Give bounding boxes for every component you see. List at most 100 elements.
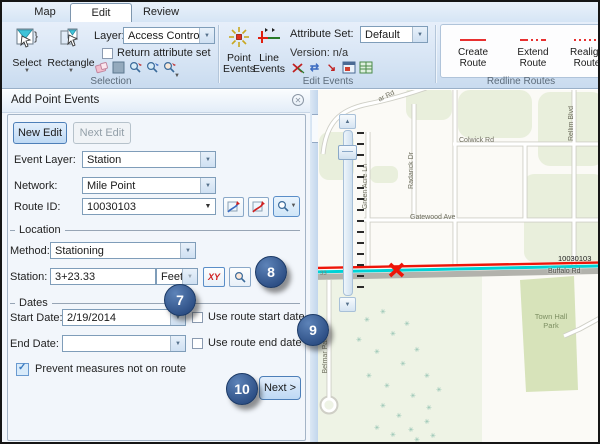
zoom-tick	[357, 209, 364, 211]
end-date-calendar-arrow-icon[interactable]: ▼	[170, 336, 185, 351]
layer-combo-arrow-icon[interactable]: ▼	[199, 28, 214, 43]
svg-text:✳: ✳	[430, 432, 436, 440]
station-label: Station:	[10, 271, 47, 283]
svg-text:✳: ✳	[424, 418, 430, 426]
point-events-button[interactable]: Point Events	[223, 26, 255, 75]
panel-close-icon[interactable]: ✕	[292, 94, 304, 106]
zoom-tick	[357, 143, 364, 145]
route-id-value: 10030103	[83, 201, 201, 213]
end-date-input[interactable]: ▼	[62, 335, 186, 352]
selection-square-icon[interactable]	[111, 60, 126, 74]
station-search-button[interactable]	[229, 267, 251, 287]
zoom-tick	[357, 220, 364, 222]
route-search-dropdown-button[interactable]: ▼	[273, 196, 300, 217]
zoom-tick	[357, 286, 364, 288]
zoom-tick	[357, 176, 364, 178]
split-event-icon[interactable]: ↘	[324, 60, 339, 74]
zoom-tick	[357, 275, 364, 277]
prevent-measures-label: Prevent measures not on route	[35, 363, 186, 375]
network-combo[interactable]: Mile Point ▼	[82, 177, 216, 194]
return-attribute-set-checkbox[interactable]	[102, 48, 113, 59]
selection-options-icon[interactable]	[162, 60, 177, 74]
zoom-slider-handle[interactable]	[338, 145, 357, 160]
route-id-combo[interactable]: 10030103 ▼	[82, 198, 216, 215]
tab-review[interactable]: Review	[130, 3, 192, 21]
use-route-end-date-label: Use route end date	[208, 337, 302, 349]
event-layer-label: Event Layer:	[14, 154, 76, 166]
map-viewport[interactable]: ✳✳✳ ✳✳✳ ✳✳✳ ✳✳✳ ✳✳✳ ✳✳✳ ✳✳✳ ✳✳	[318, 90, 600, 444]
method-combo[interactable]: Stationing ▼	[50, 242, 196, 259]
next-button[interactable]: Next >	[259, 376, 301, 400]
event-layer-combo[interactable]: Station ▼	[82, 151, 216, 168]
extend-route-button[interactable]: Extend Route	[507, 28, 559, 74]
version-label: Version: n/a	[290, 47, 348, 59]
select-route-selection-icon	[251, 200, 266, 215]
prevent-measures-checkbox[interactable]	[16, 363, 29, 376]
use-route-end-date-checkbox[interactable]	[192, 338, 203, 349]
svg-text:✳: ✳	[436, 386, 442, 394]
delete-event-icon[interactable]	[290, 60, 305, 74]
svg-text:✳: ✳	[374, 424, 380, 432]
zoom-to-selection-icon[interactable]	[128, 60, 143, 74]
extend-route-icon	[518, 28, 548, 44]
tab-edit[interactable]: Edit	[70, 3, 132, 23]
zoom-tick	[357, 187, 364, 189]
attribute-set-combo-arrow-icon[interactable]: ▼	[412, 27, 427, 42]
svg-text:}: }	[34, 29, 38, 43]
next-edit-button[interactable]: Next Edit	[73, 122, 131, 144]
event-editor-window: Map Edit Review } Select ▼	[0, 0, 600, 444]
street-label-gatewood: Gatewood Ave	[410, 214, 455, 221]
select-tool-button[interactable]: } Select ▼	[6, 26, 48, 74]
callout-9: 9	[297, 314, 329, 346]
select-route-from-selection-button[interactable]	[248, 197, 269, 217]
create-route-button[interactable]: Create Route	[447, 28, 499, 74]
attribute-set-combo[interactable]: Default ▼	[360, 26, 428, 43]
town-hall-park-label: Town Hall Park	[530, 312, 572, 330]
route-search-icon	[277, 200, 290, 213]
station-input[interactable]: 3+23.33	[50, 268, 156, 285]
realign-route-button[interactable]: Realign Route	[565, 28, 600, 74]
station-units-combo[interactable]: Feet ▼	[156, 268, 198, 285]
method-combo-arrow-icon[interactable]: ▼	[180, 243, 195, 258]
zoom-tick	[357, 165, 364, 167]
end-date-label: End Date:	[10, 338, 59, 350]
select-dropdown-caret: ▼	[24, 69, 30, 74]
route-id-combo-arrow-icon[interactable]: ▼	[201, 203, 215, 210]
extend-route-label: Extend Route	[507, 47, 559, 69]
location-group-label: Location	[15, 224, 65, 236]
station-value: 3+23.33	[51, 271, 155, 283]
svg-text:✳: ✳	[410, 392, 416, 400]
line-events-button[interactable]: Line Events	[253, 26, 285, 75]
use-route-start-date-checkbox[interactable]	[192, 312, 203, 323]
street-label-rellim: Rellim Blvd	[568, 106, 575, 141]
tab-map[interactable]: Map	[20, 3, 70, 21]
select-tool-icon: }	[14, 26, 40, 55]
event-window-icon[interactable]	[341, 60, 356, 74]
line-events-icon	[257, 26, 281, 51]
svg-text:✳: ✳	[426, 404, 432, 412]
layer-value: Access Control	[124, 30, 199, 42]
start-date-input[interactable]: 2/19/2014 ▼	[62, 309, 186, 326]
zoom-in-button[interactable]: ▲	[339, 114, 356, 129]
line-events-label: Line Events	[253, 53, 285, 75]
layer-combo[interactable]: Access Control ▼	[123, 27, 215, 44]
zoom-out-button[interactable]: ▼	[339, 297, 356, 312]
network-combo-arrow-icon[interactable]: ▼	[200, 178, 215, 193]
create-route-label: Create Route	[447, 47, 499, 69]
event-table-icon[interactable]	[358, 60, 373, 74]
use-route-start-date-label: Use route start date	[208, 311, 305, 323]
zoom-tick	[357, 253, 364, 255]
route-search-caret: ▼	[291, 204, 297, 209]
xy-button[interactable]: XY	[203, 267, 225, 287]
new-edit-button[interactable]: New Edit	[13, 122, 67, 144]
clear-selection-icon[interactable]	[94, 60, 109, 74]
svg-text:✳: ✳	[366, 372, 372, 380]
rectangle-tool-button[interactable]: Rectangle ▼	[48, 26, 94, 74]
panel-header: Add Point Events ✕	[2, 90, 310, 113]
event-layer-combo-arrow-icon[interactable]: ▼	[200, 152, 215, 167]
selection-group-label: Selection	[6, 76, 216, 87]
merge-events-icon[interactable]: ⇄	[307, 60, 322, 74]
select-route-on-map-button[interactable]	[223, 197, 244, 217]
rectangle-dropdown-caret: ▼	[68, 69, 74, 74]
pan-to-selection-icon[interactable]	[145, 60, 160, 74]
